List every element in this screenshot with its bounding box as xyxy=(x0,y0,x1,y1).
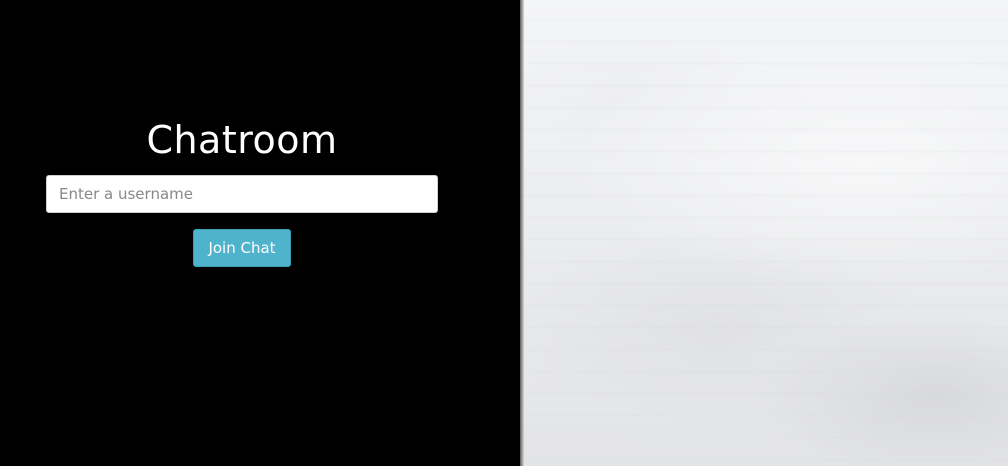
username-input[interactable] xyxy=(46,175,438,213)
page: Chatroom Join Chat xyxy=(0,0,1008,466)
page-title: Chatroom xyxy=(146,118,338,162)
fog-streaks xyxy=(524,0,1008,466)
join-chat-button[interactable]: Join Chat xyxy=(193,229,291,267)
login-panel: Chatroom Join Chat xyxy=(0,0,520,466)
background-image-panel xyxy=(524,0,1008,466)
